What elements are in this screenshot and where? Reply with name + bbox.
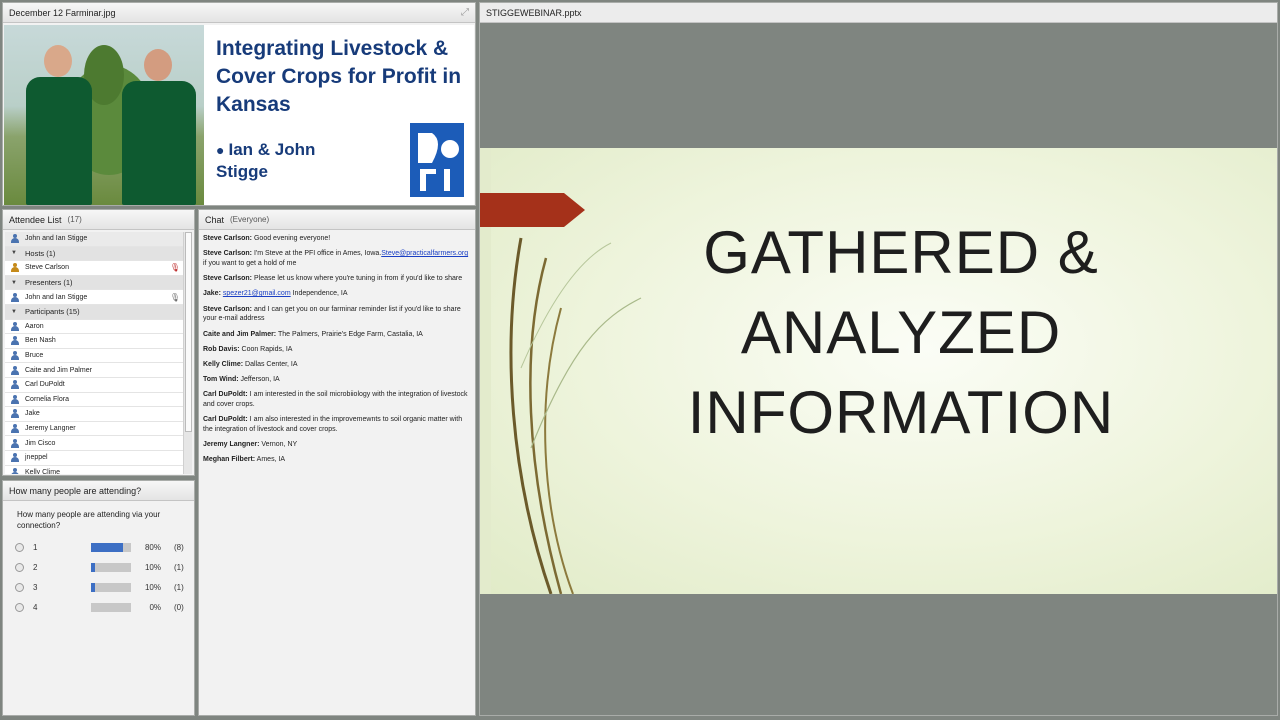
attendee-scrollbar-thumb[interactable] (185, 232, 192, 432)
participant-icon (11, 438, 19, 448)
attendee-group-header[interactable]: ▼ Presenters (1) (5, 275, 186, 291)
participant-icon (11, 453, 19, 463)
chat-link[interactable]: spezer21@gmail.com (223, 290, 291, 297)
chat-message: Jake: spezer21@gmail.com Independence, I… (203, 290, 348, 298)
host-icon (11, 263, 19, 273)
poll-result-bar (91, 582, 131, 592)
attendee-scrollbar[interactable] (183, 232, 192, 474)
participant-icon (11, 424, 19, 434)
banner-title: Integrating Livestock & Cover Crops for … (216, 37, 462, 116)
attendee-list[interactable]: John and Ian Stigge ▼ Hosts (1) Steve Carl… (5, 232, 186, 474)
mic-icon[interactable]: 🎙 (170, 293, 180, 302)
attendee-row[interactable]: Carl DuPoldt (5, 378, 186, 393)
collapse-triangle-icon[interactable]: ▼ (11, 309, 19, 315)
collapse-triangle-icon[interactable]: ▼ (11, 250, 19, 256)
attendee-row[interactable]: Steve Carlson 🎙 (5, 261, 186, 276)
attendee-pod-header: Attendee List (17) (3, 210, 194, 230)
chat-message: Kelly Clime: Dallas Center, IA (203, 360, 298, 368)
farminar-banner-image: Integrating Livestock & Cover Crops for … (4, 25, 474, 205)
collapse-triangle-icon[interactable]: ▼ (11, 280, 19, 286)
presenter-icon (11, 234, 19, 244)
chat-pod-header: Chat (Everyone) (199, 210, 475, 230)
presenters-photo (4, 25, 204, 205)
attendee-pod-title: Attendee List (9, 214, 62, 225)
attendee-row[interactable]: Caite and Jim Palmer (5, 363, 186, 378)
participant-icon (11, 351, 19, 361)
attendee-row[interactable]: Kelly Clime (5, 466, 186, 474)
chat-message: Steve Carlson: I'm Steve at the PFI offi… (203, 250, 469, 267)
poll-options: 1 80% (8) 2 10% (1) 3 10% (1) 4 0% (0) (3, 537, 194, 617)
chat-pod-title: Chat (205, 214, 225, 225)
participant-icon (11, 467, 19, 474)
pinned-attendee[interactable]: John and Ian Stigge (5, 232, 186, 247)
chat-message: Carl DuPoldt: I am interested in the soi… (203, 391, 468, 409)
attendee-row[interactable]: John and Ian Stigge 🎙 (5, 290, 186, 305)
poll-pod: How many people are attending? How many … (2, 480, 195, 716)
poll-radio[interactable] (15, 542, 24, 552)
participant-icon (11, 394, 19, 404)
chat-link[interactable]: Steve@practicalfarmers.org (381, 250, 468, 257)
slide-title: GATHERED & ANALYZED INFORMATION (687, 219, 1115, 446)
presenter-icon (11, 292, 19, 302)
participant-icon (11, 365, 19, 375)
chat-message: Carl DuPoldt: I am also interested in th… (203, 416, 463, 434)
slide-pod-title: STIGGEWEBINAR.pptx (486, 7, 582, 18)
chat-messages: Steve Carlson: Good evening everyone! Ste… (203, 234, 473, 471)
poll-radio[interactable] (15, 562, 24, 572)
chat-message: Caite and Jim Palmer: The Palmers, Prair… (203, 330, 423, 338)
attendee-count: (17) (67, 215, 82, 224)
chat-pod: Chat (Everyone) Steve Carlson: Good even… (198, 209, 476, 716)
poll-result-bar (91, 602, 131, 612)
slide-arrow-shape (480, 193, 585, 227)
chat-message: Rob Davis: Coon Rapids, IA (203, 345, 293, 353)
attendee-row[interactable]: Jim Cisco (5, 436, 186, 451)
poll-radio[interactable] (15, 602, 24, 612)
chat-message: Tom Wind: Jefferson, IA (203, 376, 280, 384)
attendee-row[interactable]: Bruce (5, 349, 186, 364)
chat-message: Jeremy Langner: Vernon, NY (203, 441, 298, 449)
attendee-row[interactable]: Cornelia Flora (5, 393, 186, 408)
expand-icon[interactable]: ⤢ (461, 7, 469, 18)
slide-pod-header: STIGGEWEBINAR.pptx (480, 3, 1277, 23)
pfi-logo (410, 123, 464, 197)
image-share-pod: December 12 Farminar.jpg ⤢ Integrating L… (2, 2, 476, 206)
image-pod-title: December 12 Farminar.jpg (9, 7, 116, 18)
attendee-row[interactable]: Jeremy Langner (5, 422, 186, 437)
poll-option[interactable]: 2 10% (1) (3, 557, 194, 577)
participant-icon (11, 380, 19, 390)
image-pod-header: December 12 Farminar.jpg ⤢ (3, 3, 475, 23)
participant-icon (11, 321, 19, 331)
slide: GATHERED & ANALYZED INFORMATION (491, 148, 1277, 594)
banner-presenters: ● Ian & John Stigge (216, 140, 316, 181)
attendee-row[interactable]: Aaron (5, 320, 186, 335)
chat-message: Steve Carlson: Please let us know where … (203, 275, 463, 283)
poll-option[interactable]: 1 80% (8) (3, 537, 194, 557)
poll-radio[interactable] (15, 582, 24, 592)
attendee-list-pod: Attendee List (17) John and Ian Stigge ▼… (2, 209, 195, 476)
poll-option[interactable]: 4 0% (0) (3, 597, 194, 617)
mic-muted-icon[interactable]: 🎙 (170, 263, 180, 272)
attendee-group-header[interactable]: ▼ Participants (15) (5, 304, 186, 320)
participant-icon (11, 409, 19, 419)
poll-question: How many people are attending via your c… (17, 510, 161, 530)
presentation-pod: STIGGEWEBINAR.pptx GATHERED & ANALYZED I… (479, 2, 1278, 716)
chat-message: Meghan Filbert: Ames, IA (203, 456, 286, 464)
chat-message: Steve Carlson: Good evening everyone! (203, 235, 331, 242)
chat-scope[interactable]: (Everyone) (230, 215, 269, 224)
attendee-row[interactable]: jneppel (5, 451, 186, 466)
poll-result-bar (91, 562, 131, 572)
poll-header: How many people are attending? (3, 481, 194, 501)
poll-option[interactable]: 3 10% (1) (3, 577, 194, 597)
participant-icon (11, 336, 19, 346)
attendee-group-header[interactable]: ▼ Hosts (1) (5, 246, 186, 262)
chat-message: Steve Carlson: and I can get you on our … (203, 305, 461, 323)
attendee-row[interactable]: Jake (5, 407, 186, 422)
poll-result-bar (91, 542, 131, 552)
attendee-row[interactable]: Ben Nash (5, 334, 186, 349)
